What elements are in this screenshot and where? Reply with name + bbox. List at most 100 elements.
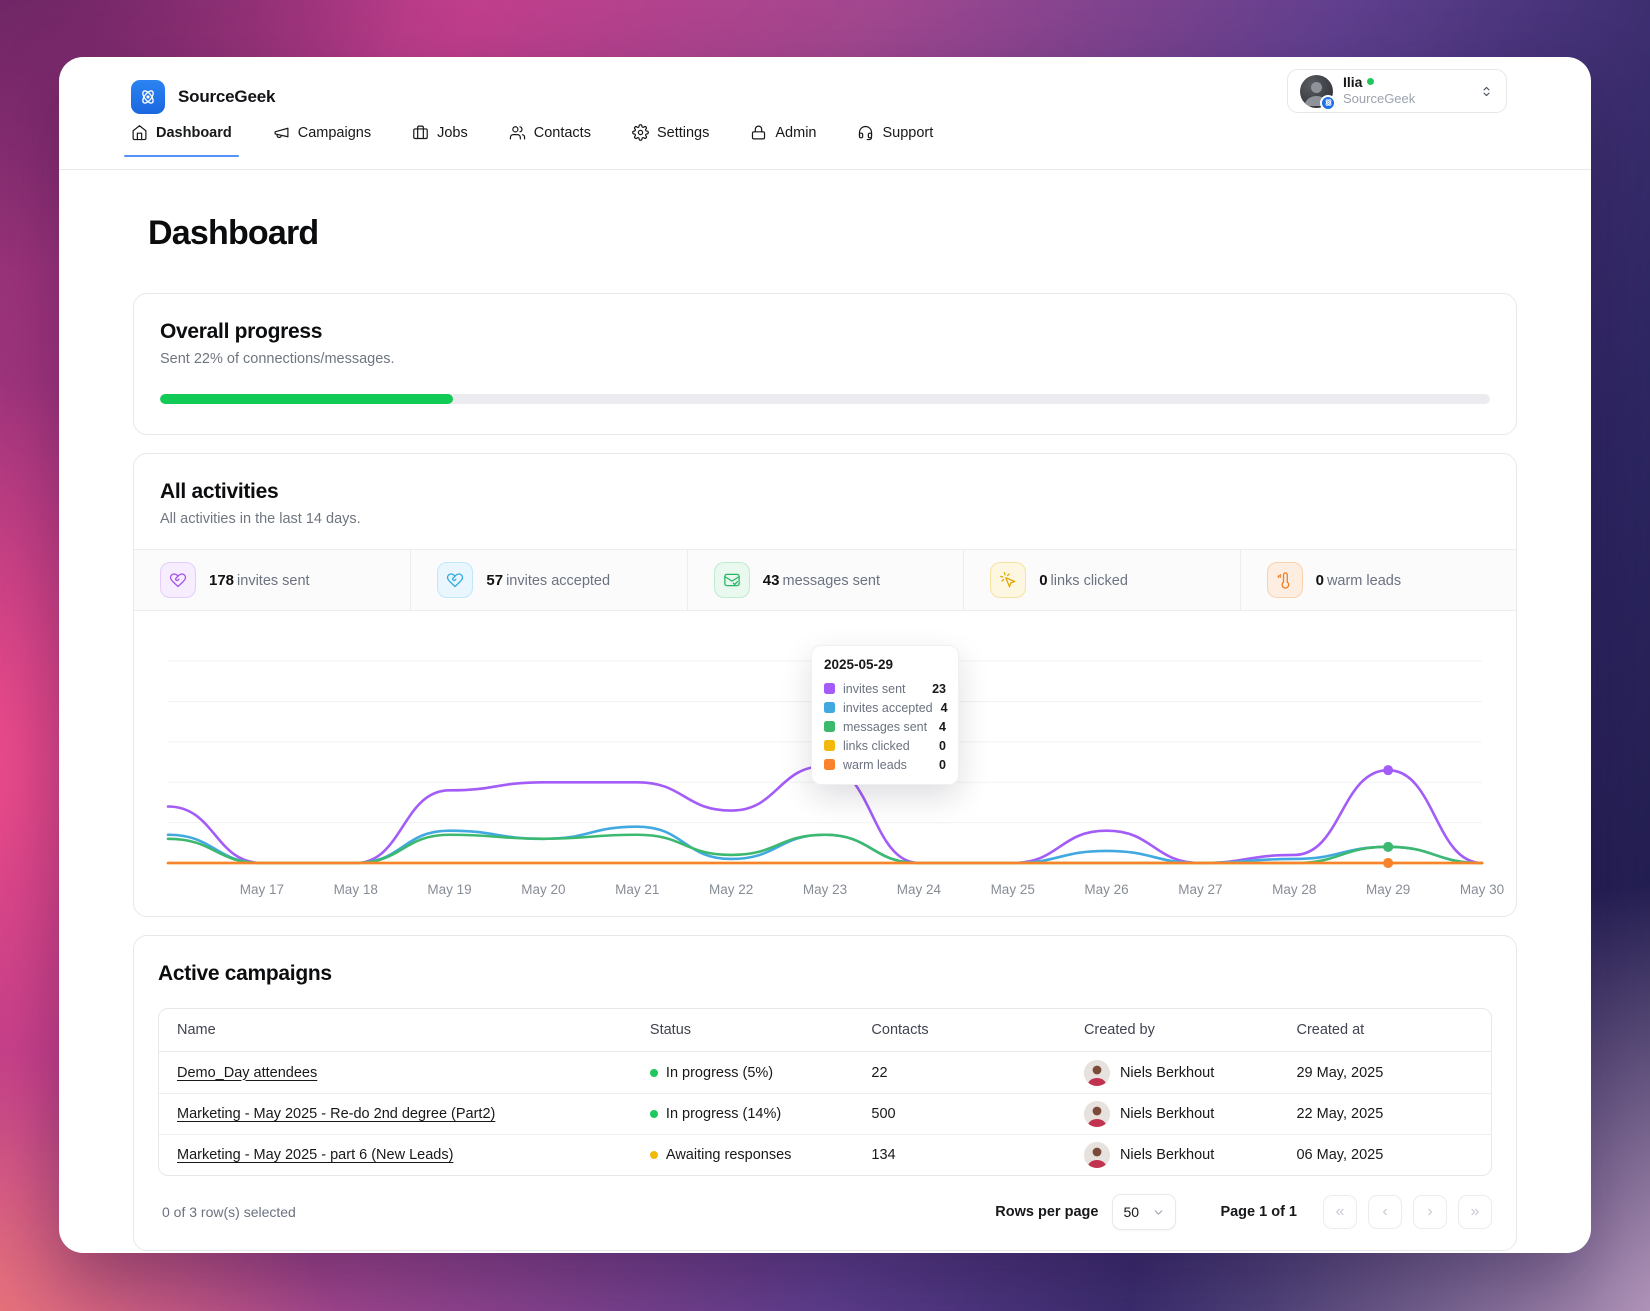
campaign-name-link[interactable]: Marketing - May 2025 - part 6 (New Leads… [177, 1147, 453, 1163]
status-dot-icon [649, 1151, 658, 1159]
status-badge: In progress (5%) [634, 1065, 856, 1081]
double-chevron-right-icon: » [1470, 1203, 1480, 1220]
nav-item-admin[interactable]: Admin [750, 124, 816, 156]
lock-icon [752, 125, 766, 140]
svg-text:May 19: May 19 [427, 882, 471, 897]
stat-messages-sent: 43 messages sent [686, 550, 963, 610]
nav-item-settings[interactable]: Settings [632, 124, 709, 156]
table-row[interactable]: Marketing - May 2025 - part 6 (New Leads… [159, 1134, 1491, 1175]
user-account-menu[interactable]: Ilia SourceGeek [1287, 69, 1507, 113]
user-avatar [1300, 74, 1336, 111]
svg-text:May 28: May 28 [1272, 882, 1316, 897]
campaign-name-link[interactable]: Demo_Day attendees [177, 1065, 317, 1081]
rows-per-page-label: Rows per page [995, 1204, 1099, 1220]
previous-page-button[interactable]: ‹ [1368, 1195, 1402, 1229]
contacts-count: 22 [871, 1064, 888, 1081]
rows-per-page-select[interactable]: 50 [1112, 1194, 1177, 1230]
table-header-row: Name Status Contacts Created by Created … [159, 1009, 1491, 1052]
campaigns-table: Name Status Contacts Created by Created … [158, 1008, 1492, 1176]
svg-text:May 30: May 30 [1460, 882, 1504, 897]
megaphone-icon [274, 127, 289, 138]
creator-avatar [1083, 1059, 1110, 1086]
tooltip-series-row: invites accepted 4 [824, 698, 948, 717]
column-header-status: Status [649, 1022, 692, 1038]
column-header-created-by: Created by [1083, 1022, 1155, 1038]
main-nav: Dashboard Campaigns Jobs Contacts Settin… [124, 124, 1519, 157]
users-icon [509, 126, 525, 140]
tooltip-series-row: invites sent 23 [824, 679, 946, 698]
overall-progress-title: Overall progress [160, 320, 323, 343]
chevron-up-down-icon [1483, 86, 1490, 96]
thermometer-icon [1266, 562, 1303, 598]
chevron-down-icon [1155, 1209, 1163, 1215]
nav-item-support[interactable]: Support [857, 124, 933, 156]
first-page-button[interactable]: « [1323, 1195, 1357, 1229]
progress-bar-fill [160, 394, 453, 404]
chevron-left-icon: ‹ [1382, 1203, 1388, 1220]
user-name: Ilia [1343, 73, 1363, 90]
mail-check-icon [713, 562, 750, 598]
activity-stats-row: 178 invites sent 57 invites accepted 43 mes… [134, 549, 1516, 611]
activities-subtitle: All activities in the last 14 days. [160, 511, 361, 527]
column-header-name: Name [177, 1022, 216, 1038]
table-footer: 0 of 3 row(s) selected Rows per page 50 … [158, 1194, 1492, 1250]
svg-text:May 24: May 24 [897, 882, 942, 897]
briefcase-icon [413, 125, 428, 140]
column-header-created-at: Created at [1296, 1022, 1365, 1038]
page-title: Dashboard [148, 214, 319, 252]
headset-icon [859, 125, 873, 141]
last-page-button[interactable]: » [1458, 1195, 1492, 1229]
creator-avatar [1083, 1142, 1110, 1168]
table-row[interactable]: Demo_Day attendees In progress (5%) 22 N… [159, 1052, 1491, 1093]
app-header: SourceGeek Dashboard Campaigns Jobs Cont… [59, 57, 1591, 170]
stat-links-clicked: 0 links clicked [963, 550, 1239, 610]
activities-chart[interactable]: May 17 May 18 May 19 May 20 May 21 May 22 May … [134, 611, 1516, 916]
online-status-dot [1367, 78, 1375, 86]
sourcegeek-logo-icon [131, 79, 165, 114]
column-header-contacts: Contacts [871, 1022, 929, 1038]
chevron-right-icon: › [1427, 1203, 1433, 1220]
app-window: SourceGeek Dashboard Campaigns Jobs Cont… [59, 57, 1591, 1253]
svg-text:May 20: May 20 [521, 882, 565, 897]
user-org: SourceGeek [1343, 90, 1416, 106]
tooltip-date: 2025-05-29 [824, 657, 894, 672]
table-row[interactable]: Marketing - May 2025 - Re-do 2nd degree … [159, 1093, 1491, 1134]
tooltip-series-row: messages sent 4 [824, 717, 946, 736]
overall-progress-subtitle: Sent 22% of connections/messages. [160, 351, 395, 367]
series-color-swatch-icon [824, 721, 835, 732]
home-icon [132, 125, 147, 141]
overall-progress-card: Overall progress Sent 22% of connections… [133, 293, 1517, 435]
active-campaigns-card: Active campaigns Name Status Contacts Cr… [133, 935, 1517, 1251]
svg-text:May 21: May 21 [615, 882, 659, 897]
all-activities-card: All activities All activities in the las… [133, 453, 1517, 917]
nav-item-contacts[interactable]: Contacts [509, 124, 591, 156]
created-at-cell: 29 May, 2025 [1296, 1064, 1384, 1081]
campaign-name-link[interactable]: Marketing - May 2025 - Re-do 2nd degree … [177, 1106, 495, 1122]
nav-item-jobs[interactable]: Jobs [412, 124, 468, 156]
status-badge: Awaiting responses [634, 1147, 856, 1163]
chart-tooltip: 2025-05-29 invites sent 23 invites accep… [811, 645, 959, 785]
next-page-button[interactable]: › [1413, 1195, 1447, 1229]
nav-item-dashboard[interactable]: Dashboard [124, 124, 239, 157]
svg-text:May 29: May 29 [1366, 882, 1410, 897]
double-chevron-left-icon: « [1335, 1203, 1345, 1220]
rows-selected-text: 0 of 3 row(s) selected [162, 1204, 296, 1220]
contacts-count: 500 [871, 1106, 896, 1122]
campaigns-title: Active campaigns [158, 962, 332, 985]
created-by-cell: Niels Berkhout [1068, 1059, 1281, 1086]
brand-name: SourceGeek [178, 86, 276, 106]
tooltip-series-row: warm leads 0 [824, 755, 946, 774]
status-badge: In progress (14%) [634, 1106, 856, 1122]
created-at-cell: 06 May, 2025 [1296, 1147, 1384, 1163]
nav-item-campaigns[interactable]: Campaigns [273, 124, 371, 156]
status-dot-icon [649, 1110, 658, 1118]
svg-text:May 25: May 25 [991, 882, 1035, 897]
series-color-swatch-icon [824, 702, 835, 713]
cursor-click-icon [990, 562, 1027, 598]
creator-avatar [1083, 1101, 1110, 1127]
pagination: « ‹ › » [1323, 1195, 1492, 1229]
svg-text:May 23: May 23 [803, 882, 847, 897]
stat-warm-leads: 0 warm leads [1239, 550, 1516, 610]
contacts-count: 134 [871, 1147, 896, 1163]
tooltip-series-row: links clicked 0 [824, 736, 946, 755]
